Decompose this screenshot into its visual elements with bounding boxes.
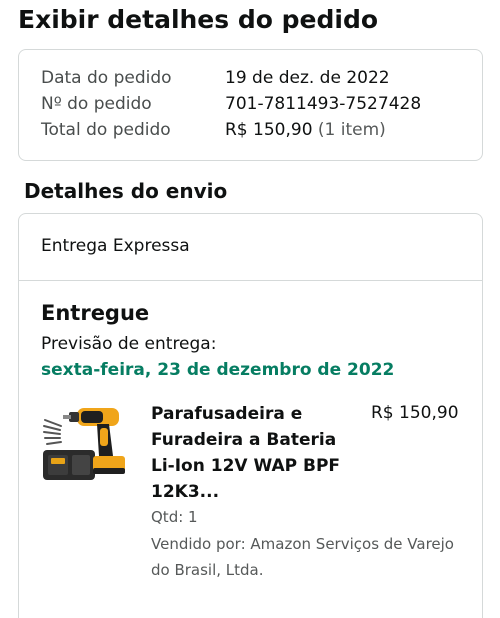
product-title-link[interactable]: Parafusadeira e Furadeira a Bateria Li-I… [151,401,357,505]
page-title: Exibir detalhes do pedido [18,5,379,34]
divider [19,280,482,281]
order-number-label: Nº do pedido [41,94,152,114]
order-total-value: R$ 150,90 [225,120,313,140]
shipping-method: Entrega Expressa [41,236,190,256]
order-total-label: Total do pedido [41,120,171,140]
order-summary-card: Data do pedido 19 de dez. de 2022 Nº do p… [18,49,483,161]
delivery-status: Entregue [41,301,150,325]
item-seller: Vendido por: Amazon Serviços de Varejo d… [151,535,454,579]
order-number-row: Nº do pedido 701-7811493-7527428 [41,93,421,115]
product-image[interactable] [39,398,133,488]
order-number-value: 701-7811493-7527428 [225,94,422,114]
delivery-estimate-label: Previsão de entrega: [41,334,217,354]
order-date-row: Data do pedido 19 de dez. de 2022 [41,67,390,89]
shipment-card: Entrega Expressa Entregue Previsão de en… [18,213,483,618]
order-total-row: Total do pedido R$ 150,90 (1 item) [41,119,386,141]
order-date-label: Data do pedido [41,68,172,88]
drill-kit-icon [43,408,125,480]
delivery-estimate-date: sexta-feira, 23 de dezembro de 2022 [41,360,395,380]
order-item-count: (1 item) [317,120,386,140]
order-date-value: 19 de dez. de 2022 [225,68,390,88]
item-quantity: Qtd: 1 [151,508,198,526]
shipping-section-title: Detalhes do envio [24,179,228,203]
item-price: R$ 150,90 [371,403,459,423]
